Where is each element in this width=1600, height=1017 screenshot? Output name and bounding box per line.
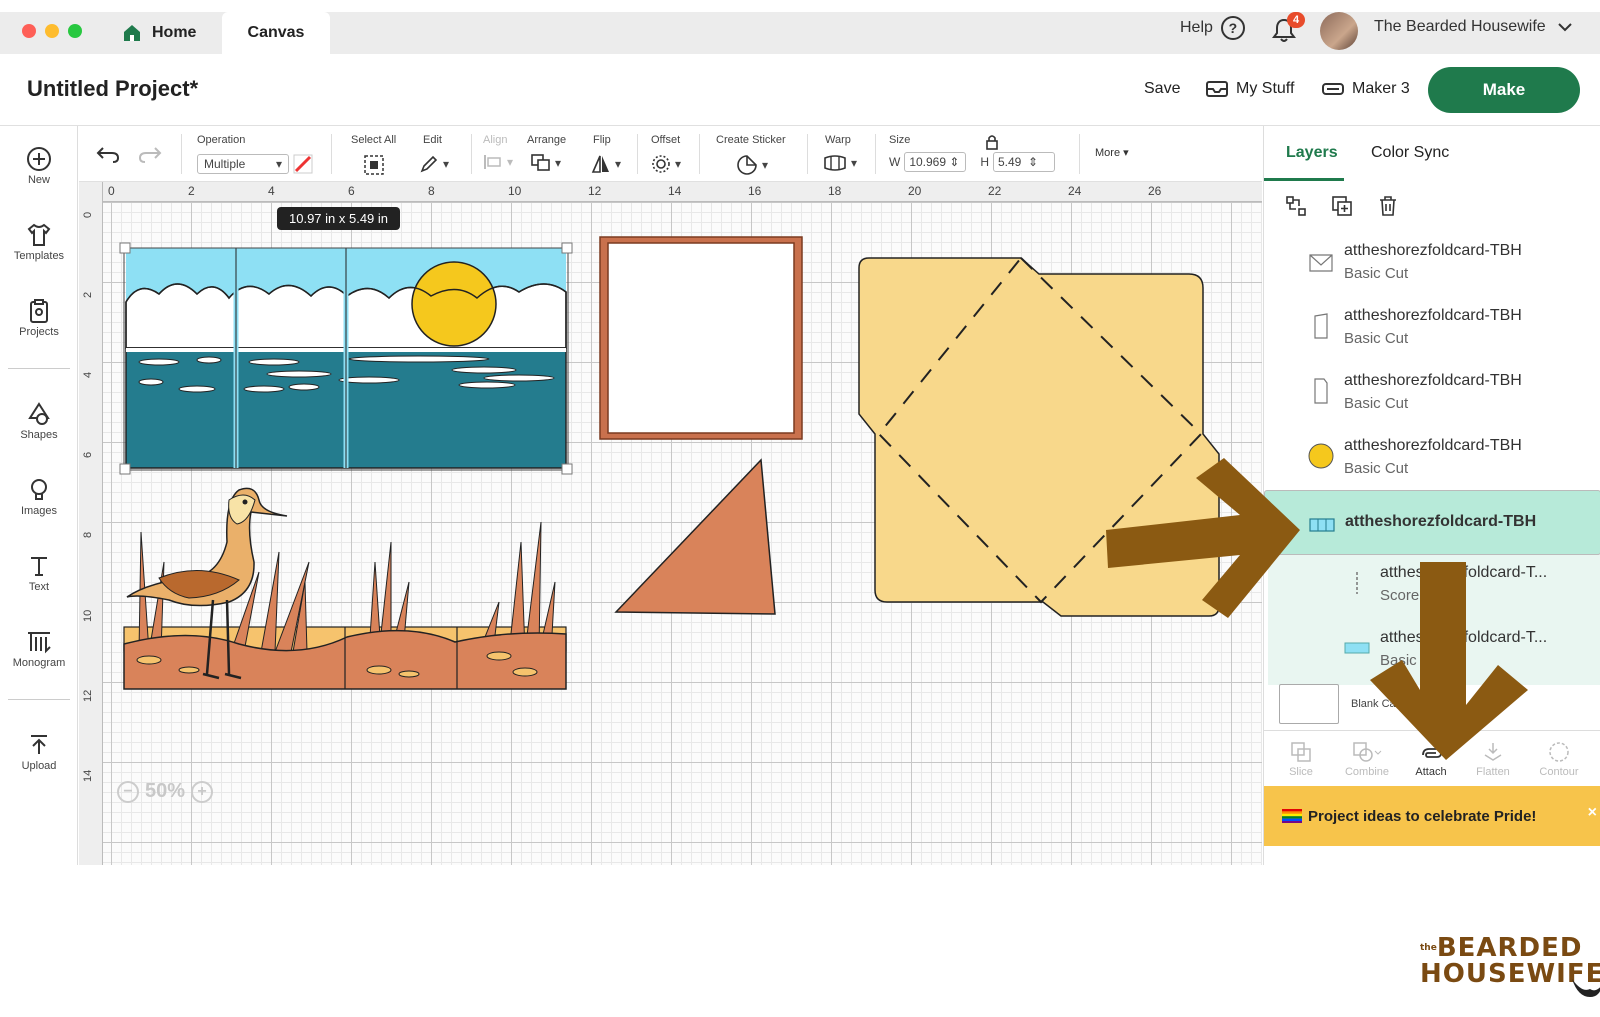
cricut-design-space-window: Home Canvas Help ? 4 The Bearded Housewi…	[0, 0, 1600, 865]
arrow-annotation-down	[1370, 562, 1528, 760]
bearded-housewife-logo: theBEARDED HOUSEWIFE	[1420, 935, 1600, 997]
logo-small-text: the	[1420, 943, 1437, 953]
beard-icon	[1572, 979, 1600, 997]
annotation-arrows	[1106, 458, 1528, 760]
arrow-annotation-right	[1106, 458, 1300, 618]
